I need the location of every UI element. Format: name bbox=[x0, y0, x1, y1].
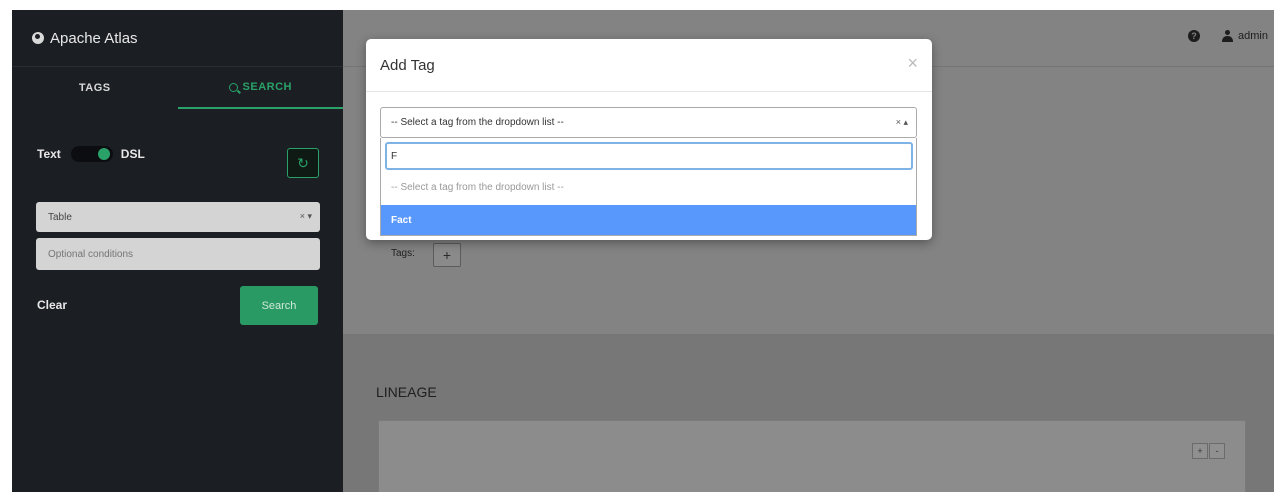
mode-switch[interactable] bbox=[70, 146, 113, 162]
type-select-controls[interactable]: × ▾ bbox=[300, 211, 312, 222]
sidebar: Apache Atlas TAGS SEARCH Text DSL ↻ Tabl… bbox=[12, 10, 343, 492]
refresh-button[interactable]: ↻ bbox=[287, 148, 319, 178]
switch-knob bbox=[97, 148, 110, 160]
tab-tags-label: TAGS bbox=[78, 82, 111, 94]
add-tag-modal: Add Tag × -- Select a tag from the dropd… bbox=[366, 39, 932, 240]
sidebar-tabs: TAGS SEARCH bbox=[12, 67, 343, 109]
lineage-title: LINEAGE bbox=[376, 384, 437, 400]
zoom-in-button[interactable]: + bbox=[1192, 443, 1208, 459]
tag-select-controls[interactable]: × ▴ bbox=[896, 117, 908, 128]
conditions-input[interactable] bbox=[36, 238, 320, 270]
globe-icon bbox=[32, 32, 44, 44]
search-icon bbox=[228, 82, 238, 92]
tab-search[interactable]: SEARCH bbox=[177, 67, 343, 109]
search-button[interactable]: Search bbox=[240, 286, 318, 325]
lineage-panel: + - bbox=[378, 420, 1246, 492]
tab-search-label: SEARCH bbox=[242, 81, 292, 93]
help-icon[interactable]: ? bbox=[1188, 30, 1201, 42]
user-icon bbox=[1222, 30, 1234, 42]
tag-select-value: -- Select a tag from the dropdown list -… bbox=[391, 117, 564, 128]
zoom-out-button[interactable]: - bbox=[1209, 443, 1225, 459]
brand-name: Apache Atlas bbox=[50, 29, 138, 47]
search-mode-toggle: Text DSL bbox=[37, 146, 145, 162]
add-tag-button[interactable]: + bbox=[433, 243, 461, 267]
close-icon[interactable]: × bbox=[907, 53, 918, 74]
toggle-text-label: Text bbox=[37, 147, 61, 161]
tags-label: Tags: bbox=[391, 248, 415, 259]
tag-search-input[interactable] bbox=[385, 142, 913, 170]
refresh-icon: ↻ bbox=[297, 154, 309, 171]
dropdown-option-fact[interactable]: Fact bbox=[381, 205, 916, 235]
zoom-controls: + - bbox=[1191, 443, 1225, 459]
tag-dropdown: -- Select a tag from the dropdown list -… bbox=[380, 138, 917, 236]
toggle-dsl-label: DSL bbox=[120, 147, 145, 161]
type-select[interactable]: Table × ▾ bbox=[36, 202, 320, 232]
type-select-value: Table bbox=[48, 211, 72, 223]
modal-title: Add Tag bbox=[380, 56, 435, 74]
tab-tags[interactable]: TAGS bbox=[12, 67, 178, 109]
user-menu[interactable]: admin bbox=[1238, 30, 1268, 42]
dropdown-option-placeholder[interactable]: -- Select a tag from the dropdown list -… bbox=[391, 182, 564, 193]
header-actions: ? admin bbox=[1188, 30, 1268, 42]
modal-header: Add Tag × bbox=[366, 39, 932, 92]
brand[interactable]: Apache Atlas bbox=[12, 10, 343, 67]
tag-select[interactable]: -- Select a tag from the dropdown list -… bbox=[380, 107, 917, 138]
clear-link[interactable]: Clear bbox=[37, 298, 67, 312]
